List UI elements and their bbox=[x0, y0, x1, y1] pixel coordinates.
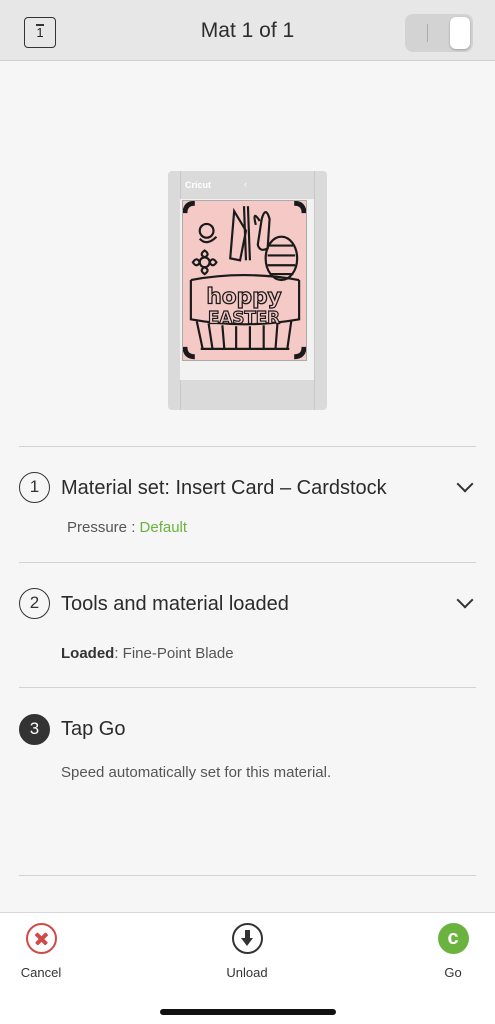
go-label: Go bbox=[444, 965, 462, 980]
step-1-number: 1 bbox=[19, 472, 50, 503]
step-1-title: Material set: Insert Card – Cardstock bbox=[61, 477, 387, 499]
design-text-hoppy: hoppy bbox=[206, 285, 281, 310]
pressure-value-link[interactable]: Default bbox=[140, 519, 188, 536]
mat-rail-right bbox=[314, 171, 315, 410]
unload-button[interactable]: Unload bbox=[207, 923, 287, 980]
design-artwork: hoppy EASTER bbox=[182, 200, 307, 361]
step-3-number: 3 bbox=[19, 714, 50, 745]
easter-basket-design: hoppy EASTER bbox=[183, 201, 306, 360]
home-indicator[interactable] bbox=[160, 1009, 336, 1015]
step-2-title: Tools and material loaded bbox=[61, 593, 289, 615]
unload-label: Unload bbox=[226, 965, 268, 980]
bottom-action-bar: Cancel Unload c Go bbox=[0, 912, 495, 1024]
step-2-number: 2 bbox=[19, 588, 50, 619]
top-bar: 1 Mat 1 of 1 bbox=[0, 0, 495, 61]
pressure-setting: Pressure : Default bbox=[67, 519, 187, 536]
cancel-button[interactable]: Cancel bbox=[1, 923, 81, 980]
pressure-label: Pressure : bbox=[67, 519, 140, 536]
unload-arrow-icon bbox=[231, 923, 263, 954]
toggle-knob[interactable] bbox=[450, 17, 470, 49]
loaded-value: : Fine-Point Blade bbox=[114, 645, 234, 662]
design-text-easter: EASTER bbox=[208, 307, 280, 327]
chevron-down-icon[interactable] bbox=[456, 591, 474, 609]
cancel-label: Cancel bbox=[20, 965, 62, 980]
divider bbox=[19, 446, 476, 447]
speed-note: Speed automatically set for this materia… bbox=[61, 764, 332, 781]
loaded-label: Loaded bbox=[61, 645, 115, 662]
divider bbox=[19, 875, 476, 876]
go-button[interactable]: c Go bbox=[413, 923, 493, 980]
cricut-go-icon: c bbox=[437, 923, 469, 954]
step-3-title: Tap Go bbox=[61, 718, 126, 740]
toggle-divider bbox=[427, 24, 428, 42]
loaded-tool: Loaded: Fine-Point Blade bbox=[61, 645, 234, 662]
divider bbox=[19, 687, 476, 688]
mat-brand-label: Cricut bbox=[185, 180, 212, 190]
mat-brand-mark: ‹ bbox=[244, 179, 247, 189]
cancel-x-icon bbox=[25, 923, 57, 954]
mirror-toggle[interactable] bbox=[405, 14, 473, 52]
mat-preview[interactable]: Cricut ‹ hoppy EASTER bbox=[168, 171, 327, 410]
chevron-down-icon[interactable] bbox=[456, 475, 474, 493]
divider bbox=[19, 562, 476, 563]
